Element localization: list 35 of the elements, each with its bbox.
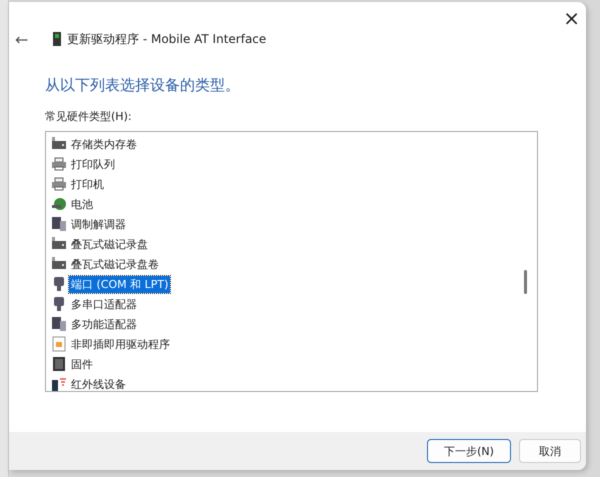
hardware-type-item[interactable]: 红外线设备	[69, 376, 128, 391]
heading: 从以下列表选择设备的类型。	[45, 76, 241, 95]
drive-icon	[51, 256, 67, 272]
port-icon	[51, 296, 67, 312]
drive-icon	[51, 236, 67, 252]
document-icon	[51, 336, 67, 352]
cancel-button[interactable]: 取消	[519, 439, 581, 463]
list-label: 常见硬件类型(H):	[45, 109, 133, 124]
hardware-type-item[interactable]: 多功能适配器	[69, 316, 139, 332]
hardware-type-item[interactable]: 调制解调器	[69, 216, 128, 232]
hardware-type-item[interactable]: 固件	[69, 356, 95, 372]
printer-icon	[51, 156, 67, 172]
hardware-type-item[interactable]: 多串口适配器	[69, 296, 139, 312]
hardware-type-item[interactable]: 叠瓦式磁记录盘卷	[69, 256, 161, 272]
hardware-type-item[interactable]: 端口 (COM 和 LPT)	[69, 276, 170, 292]
device-icon	[53, 32, 61, 46]
printer-icon	[51, 176, 67, 192]
window-title: 更新驱动程序 - Mobile AT Interface	[67, 30, 266, 48]
drive-icon	[51, 136, 67, 152]
scrollbar-thumb[interactable]	[524, 270, 527, 294]
back-icon[interactable]: ←	[15, 30, 41, 48]
hardware-type-item[interactable]: 非即插即用驱动程序	[69, 336, 172, 352]
battery-icon	[51, 196, 67, 212]
hardware-type-item[interactable]: 打印机	[69, 176, 106, 192]
close-icon[interactable]: ×	[563, 8, 580, 28]
infrared-icon	[51, 376, 67, 391]
port-icon	[51, 276, 67, 292]
hardware-type-item[interactable]: 打印队列	[69, 156, 117, 172]
hardware-type-item[interactable]: 叠瓦式磁记录盘	[69, 236, 150, 252]
modem-icon	[51, 216, 67, 232]
next-button[interactable]: 下一步(N)	[427, 439, 511, 463]
chip-icon	[51, 356, 67, 372]
hardware-type-item[interactable]: 电池	[69, 196, 95, 212]
hardware-type-item[interactable]: 存储类内存卷	[69, 136, 139, 152]
modem-icon	[51, 316, 67, 332]
